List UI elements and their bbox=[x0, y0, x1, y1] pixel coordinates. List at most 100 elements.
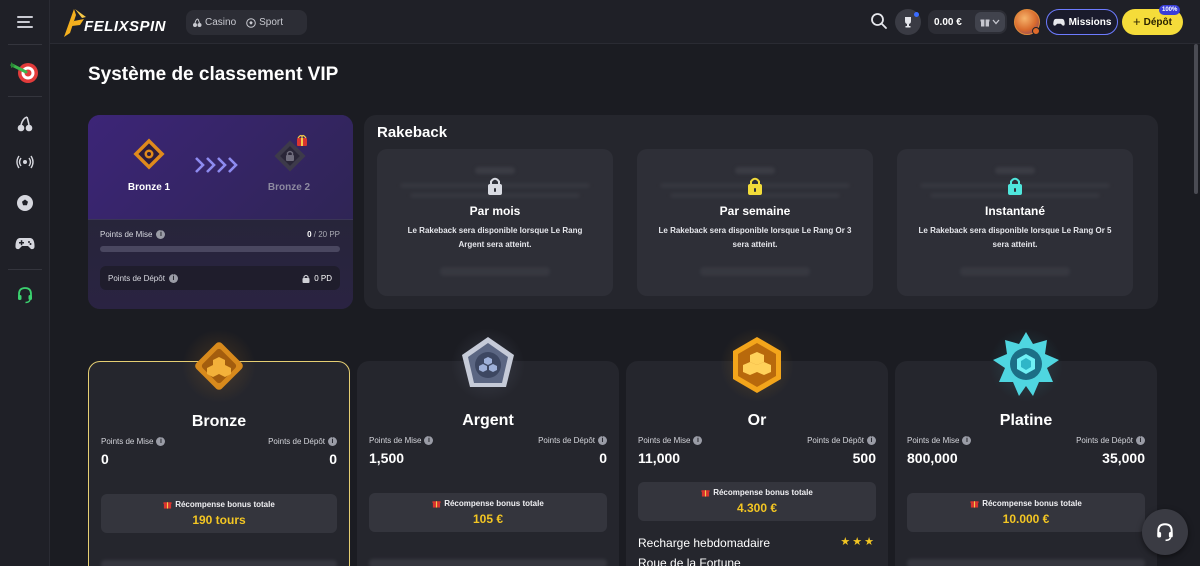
info-icon[interactable]: i bbox=[156, 230, 166, 239]
tier-depot-label-text: Points de Dépôt bbox=[807, 436, 864, 445]
tier-card-bronze[interactable]: Bronze Points de Mise i Points de Dépôt i … bbox=[88, 326, 350, 566]
tier-perk: Roue de la Fortune bbox=[638, 556, 741, 566]
rakeback-desc-text: sera atteint. bbox=[732, 240, 778, 249]
tier-reward-label: Récompense bonus totale bbox=[713, 488, 813, 497]
tier-card-platine[interactable]: Platine Points de Mise i Points de Dépôt i… bbox=[895, 325, 1157, 566]
avatar-level-badge bbox=[1032, 27, 1040, 35]
nav-sport-link[interactable]: Sport bbox=[246, 17, 283, 28]
search-icon bbox=[871, 13, 887, 29]
sidebar-item-support[interactable] bbox=[0, 278, 50, 312]
gift-icon bbox=[163, 502, 172, 509]
depot-bonus-badge: 100% bbox=[1159, 5, 1181, 15]
menu-toggle-button[interactable] bbox=[0, 5, 50, 39]
info-icon[interactable]: i bbox=[328, 437, 337, 446]
tier-reward-box: Récompense bonus totale 105 € bbox=[369, 493, 607, 532]
rakeback-description: Le Rakeback sera disponible lorsque Le R… bbox=[915, 224, 1115, 252]
info-icon[interactable]: i bbox=[693, 436, 703, 445]
tier-name: Platine bbox=[999, 412, 1053, 429]
rakeback-description: Le Rakeback sera disponible lorsque Le R… bbox=[395, 224, 595, 252]
avatar[interactable] bbox=[1014, 9, 1040, 35]
sidebar-item-casino[interactable] bbox=[0, 107, 50, 141]
gift-icon bbox=[432, 501, 441, 508]
tier-reward-title: Récompense bonus totale bbox=[638, 488, 876, 497]
rakeback-desc-rank: Le Rang Or 3 bbox=[801, 226, 852, 235]
rank-progress-body: Points de Mise i 0 / 20 PP Points de Dép… bbox=[88, 219, 353, 309]
page-title: Système de classement VIP bbox=[88, 64, 339, 85]
tier-mise-label-text: Points de Mise bbox=[907, 436, 960, 445]
felixspin-logo[interactable]: FELIXSPIN bbox=[62, 7, 166, 39]
tier-depot-label-text: Points de Dépôt bbox=[538, 436, 595, 445]
tier-mise-label: Points de Mise i bbox=[638, 436, 703, 445]
nav-casino-label: Casino bbox=[205, 17, 237, 28]
scrollbar[interactable] bbox=[1194, 44, 1198, 194]
tier-card-or[interactable]: Or Points de Mise i Points de Dépôt i 11,0… bbox=[626, 325, 888, 566]
target-dart-icon bbox=[10, 62, 38, 83]
rakeback-panel: Rakeback Par mois Le Rakeback sera dispo… bbox=[364, 115, 1158, 309]
live-support-button[interactable] bbox=[1142, 509, 1188, 555]
tier-mise-label-text: Points de Mise bbox=[638, 436, 691, 445]
sidebar-item-games[interactable] bbox=[0, 227, 50, 261]
rakeback-desc-text: sera atteint. bbox=[992, 240, 1038, 249]
logo-text: FELIXSPIN bbox=[84, 18, 167, 35]
tier-reward-title: Récompense bonus totale bbox=[907, 499, 1145, 508]
nav-sport-label: Sport bbox=[259, 17, 284, 28]
locked-rank-icon bbox=[274, 134, 307, 172]
info-icon[interactable]: i bbox=[867, 436, 876, 445]
info-icon[interactable]: i bbox=[598, 436, 607, 445]
gift-icon bbox=[970, 501, 979, 508]
sidebar-divider bbox=[8, 44, 42, 45]
nav-casino-link[interactable]: Casino bbox=[192, 17, 236, 28]
rakeback-desc-text: sera atteint. bbox=[484, 240, 532, 249]
info-icon[interactable]: i bbox=[168, 273, 178, 283]
missions-label: Missions bbox=[1068, 16, 1112, 28]
tier-depot-value: 35,000 bbox=[1102, 450, 1145, 466]
wallet-dropdown[interactable] bbox=[975, 12, 1005, 32]
sidebar-divider bbox=[8, 96, 42, 97]
info-icon[interactable]: i bbox=[962, 436, 972, 445]
tier-perk: Recharge hebdomadaire bbox=[638, 536, 771, 550]
trophy-button[interactable] bbox=[895, 9, 921, 35]
tier-mise-value: 800,000 bbox=[907, 450, 958, 466]
gift-icon bbox=[701, 490, 710, 497]
broadcast-icon bbox=[16, 155, 34, 169]
mise-points-label: Points de Mise bbox=[100, 230, 153, 239]
mise-points-row: Points de Mise i bbox=[100, 230, 166, 239]
hamburger-icon bbox=[17, 16, 33, 28]
tier-name: Or bbox=[747, 412, 767, 429]
tier-perk-stars: ★★★ bbox=[840, 536, 876, 548]
rakeback-name: Par semaine bbox=[719, 204, 791, 218]
missions-button[interactable]: Missions bbox=[1046, 9, 1118, 35]
tier-reward-box: Récompense bonus totale 190 tours bbox=[101, 494, 337, 533]
rank-progress-card: Bronze 1 Bronze 2 Points de Mise i 0 / 2… bbox=[88, 115, 353, 309]
blurred-perk-row bbox=[101, 560, 337, 566]
tier-depot-value: 500 bbox=[852, 450, 876, 466]
sidebar-divider bbox=[8, 269, 42, 270]
rakeback-name: Par mois bbox=[469, 204, 521, 218]
tier-card-argent[interactable]: Argent Points de Mise i Points de Dépôt i … bbox=[357, 325, 619, 566]
tier-mise-value: 0 bbox=[101, 451, 109, 467]
tier-depot-value: 0 bbox=[599, 450, 607, 466]
tier-reward-box: Récompense bonus totale 4.300 € bbox=[638, 482, 876, 521]
topbar: FELIXSPIN Casino Sport 0.00 € Missions +… bbox=[50, 0, 1200, 44]
chevron-down-icon bbox=[992, 19, 1000, 25]
tier-mise-label: Points de Mise i bbox=[907, 436, 972, 445]
plus-icon: + bbox=[1133, 14, 1141, 29]
rakeback-card: Instantané Le Rakeback sera disponible l… bbox=[897, 149, 1133, 296]
tier-reward-box: Récompense bonus totale 10.000 € bbox=[907, 493, 1145, 532]
info-icon[interactable]: i bbox=[424, 436, 434, 445]
sidebar-item-live[interactable] bbox=[0, 145, 50, 179]
lock-icon bbox=[748, 177, 762, 195]
sidebar-item-target[interactable] bbox=[0, 55, 50, 89]
tier-depot-value: 0 bbox=[329, 451, 337, 467]
info-icon[interactable]: i bbox=[156, 437, 166, 446]
depot-label: Dépôt bbox=[1143, 16, 1172, 28]
info-icon[interactable]: i bbox=[1136, 436, 1145, 445]
balance-widget[interactable]: 0.00 € bbox=[928, 10, 1007, 34]
tier-reward-value: 4.300 € bbox=[736, 501, 778, 515]
tier-reward-value: 10.000 € bbox=[1002, 512, 1050, 526]
notification-dot bbox=[913, 11, 919, 17]
search-button[interactable] bbox=[870, 12, 888, 35]
tier-mise-label: Points de Mise i bbox=[369, 436, 434, 445]
gamepad-icon bbox=[15, 238, 35, 250]
sidebar-item-sport[interactable] bbox=[0, 186, 50, 220]
